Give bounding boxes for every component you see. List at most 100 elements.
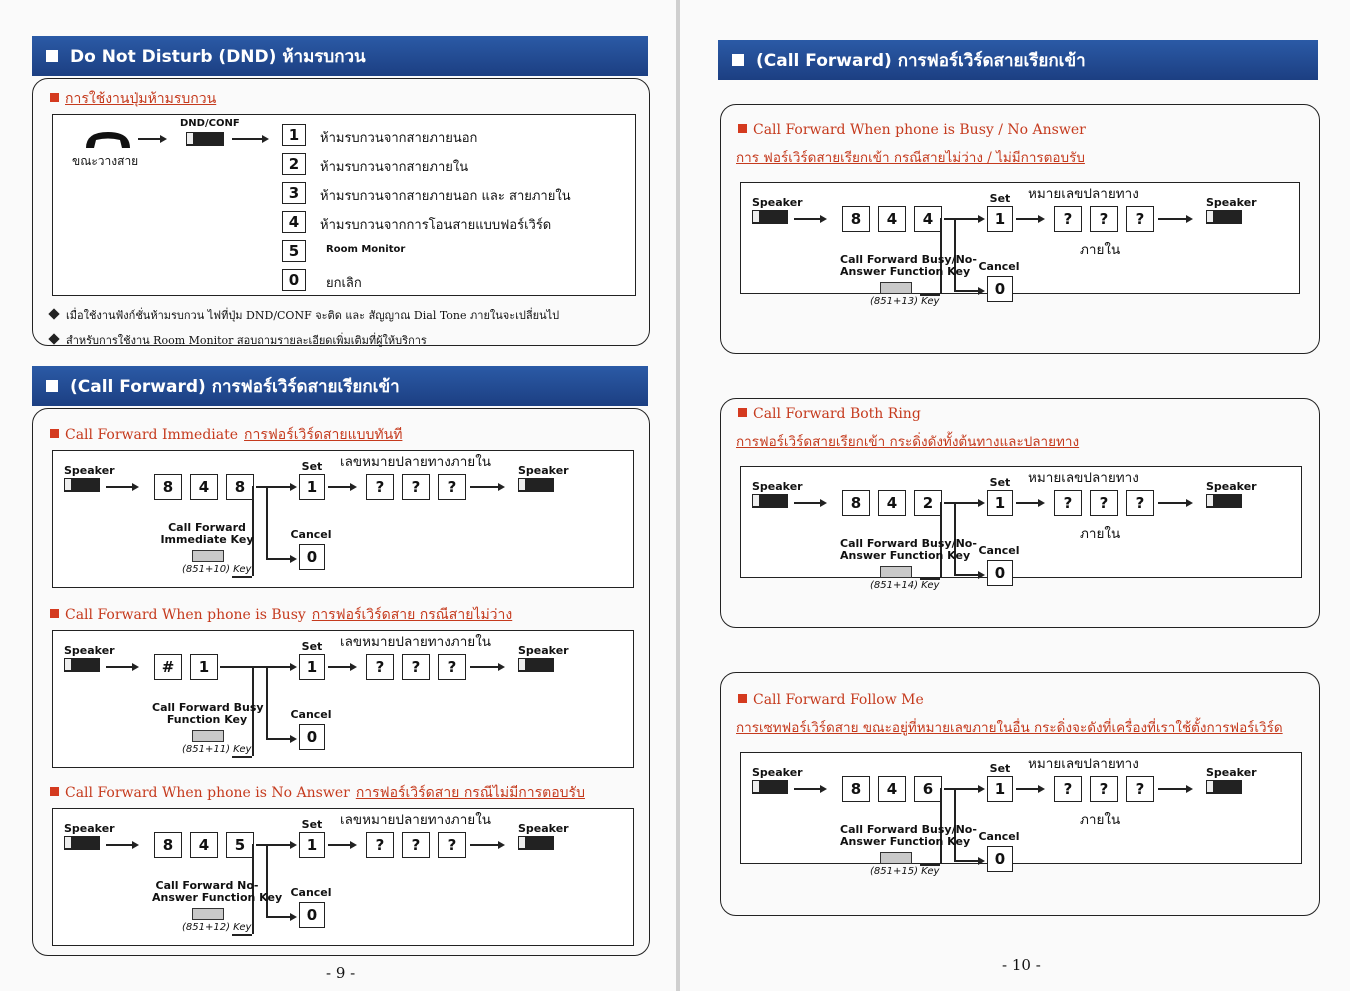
code-key[interactable]: 4 [878,206,906,232]
destination-digit[interactable]: ? [1126,776,1154,802]
function-key[interactable] [192,908,224,920]
destination-digit[interactable]: ? [366,654,394,680]
set-key[interactable]: 1 [987,206,1013,232]
code-key[interactable]: 5 [226,832,254,858]
section-thai: การเซทฟอร์เวิร์ดสาย ขณะอยู่ที่หมายเลขภาย… [736,720,1283,736]
arrow-right-icon [498,841,505,849]
function-key[interactable] [192,730,224,742]
destination-digit[interactable]: ? [402,832,430,858]
code-key[interactable]: 8 [842,490,870,516]
function-key[interactable] [880,282,912,294]
destination-digit[interactable]: ? [438,832,466,858]
diamond-bullet-icon [48,333,60,345]
code-key[interactable]: 2 [914,490,942,516]
speaker-key[interactable] [518,658,554,672]
arrow-right-icon [978,785,985,793]
code-key[interactable]: 8 [226,474,254,500]
destination-digit[interactable]: ? [1090,490,1118,516]
function-key[interactable] [880,566,912,578]
dnd-option-key[interactable]: 2 [282,153,306,175]
set-key[interactable]: 1 [987,776,1013,802]
function-key-ref: (851+10) Key [182,564,252,575]
destination-digit[interactable]: ? [402,474,430,500]
connector [1016,218,1038,220]
code-key[interactable]: 4 [190,474,218,500]
destination-digit[interactable]: ? [1090,206,1118,232]
connector [470,666,498,668]
speaker-key[interactable] [752,780,788,794]
cancel-key[interactable]: 0 [299,724,325,750]
dnd-banner: Do Not Disturb (DND) ห้ามรบกวน [32,36,648,76]
destination-digit[interactable]: ? [438,474,466,500]
dnd-note: สำหรับการใช้งาน Room Monitor สอบถามรายละ… [48,331,427,349]
destination-digit[interactable]: ? [1126,206,1154,232]
dnd-option-key[interactable]: 3 [282,182,306,204]
destination-digit[interactable]: ? [366,474,394,500]
set-key[interactable]: 1 [299,654,325,680]
cancel-key[interactable]: 0 [299,902,325,928]
arrow-right-icon [132,663,139,671]
function-key[interactable] [192,550,224,562]
destination-digit[interactable]: ? [1054,776,1082,802]
cancel-key[interactable]: 0 [987,846,1013,872]
bullet-icon [738,408,747,417]
code-key[interactable]: 8 [154,832,182,858]
destination-label-sub: ภายใน [1080,812,1121,828]
set-key[interactable]: 1 [299,474,325,500]
destination-digit[interactable]: ? [1126,490,1154,516]
set-key[interactable]: 1 [987,490,1013,516]
code-key[interactable]: 4 [878,490,906,516]
cancel-key[interactable]: 0 [299,544,325,570]
function-key-ref: (851+15) Key [870,866,940,877]
code-key[interactable]: 1 [190,654,218,680]
bullet-square-icon [46,50,58,62]
destination-digit[interactable]: ? [1054,490,1082,516]
handset-label: ขณะวางสาย [72,154,139,168]
destination-digit[interactable]: ? [1090,776,1118,802]
section-title: Call Forward When phone is Busy / No Ans… [753,122,1086,138]
destination-digit[interactable]: ? [1054,206,1082,232]
code-key[interactable]: 8 [842,206,870,232]
cancel-key[interactable]: 0 [987,560,1013,586]
dnd-conf-key[interactable] [186,132,224,146]
speaker-key[interactable] [64,836,100,850]
destination-digit[interactable]: ? [402,654,430,680]
speaker-key[interactable] [518,478,554,492]
speaker-key[interactable] [1206,210,1242,224]
set-key[interactable]: 1 [299,832,325,858]
connector [1016,788,1038,790]
code-key[interactable]: 4 [878,776,906,802]
speaker-key[interactable] [1206,780,1242,794]
cancel-key[interactable]: 0 [987,276,1013,302]
dnd-option-key[interactable]: 5 [282,240,306,262]
speaker-key[interactable] [752,494,788,508]
arrow-right-icon [350,663,357,671]
function-key[interactable] [880,852,912,864]
dnd-option-key[interactable]: 0 [282,269,306,291]
dnd-option-key[interactable]: 1 [282,124,306,146]
section-heading: Call Forward When phone is Busy / No Ans… [738,122,1086,138]
speaker-key[interactable] [64,478,100,492]
dnd-option-text: Room Monitor [326,244,406,255]
dnd-option-key[interactable]: 4 [282,211,306,233]
speaker-key[interactable] [518,836,554,850]
code-key[interactable]: # [154,654,182,680]
dnd-title: Do Not Disturb (DND) ห้ามรบกวน [70,46,366,67]
destination-digit[interactable]: ? [438,654,466,680]
arrow-right-icon [132,483,139,491]
speaker-key[interactable] [64,658,100,672]
destination-digit[interactable]: ? [366,832,394,858]
code-key[interactable]: 8 [154,474,182,500]
speaker-key[interactable] [752,210,788,224]
speaker-label: Speaker [1206,196,1257,209]
speaker-key[interactable] [1206,494,1242,508]
code-key[interactable]: 6 [914,776,942,802]
arrow-right-icon [290,735,297,743]
code-key[interactable]: 4 [914,206,942,232]
destination-label: หมายเลขปลายทาง [1028,756,1139,772]
connector [266,738,290,740]
code-key[interactable]: 4 [190,832,218,858]
call-forward-title: (Call Forward) การฟอร์เวิร์ดสายเรียกเข้า [756,50,1086,71]
code-key[interactable]: 8 [842,776,870,802]
connector [794,218,820,220]
